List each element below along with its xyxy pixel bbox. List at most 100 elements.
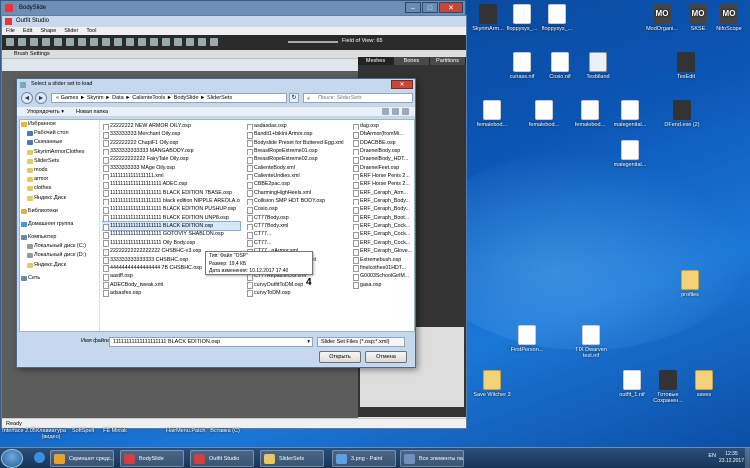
view-back-icon[interactable] [150, 38, 158, 46]
menu-tool[interactable]: Tool [86, 27, 96, 35]
desktop-icon[interactable]: profiles [668, 270, 712, 298]
file-item[interactable]: ERF Horse Penis 2... [352, 180, 414, 189]
file-item[interactable]: CBBE2pac.osp [246, 180, 348, 189]
file-item[interactable]: finelcothes01HDT... [352, 264, 414, 273]
new-folder-button[interactable]: Новая папка [76, 107, 108, 116]
fov-slider[interactable] [288, 41, 338, 43]
file-item[interactable]: DraeneiBody_HDT... [352, 155, 414, 164]
file-item[interactable]: 222222222222 FairyTale Oily.osp [102, 155, 240, 164]
alpha-brush-icon[interactable] [102, 38, 110, 46]
file-item[interactable]: ERF_Ceraph_Boot... [352, 214, 414, 223]
file-item[interactable]: curvyToDM.osp [246, 289, 348, 298]
taskbar-item[interactable]: Скриншот средс... [50, 450, 114, 467]
file-item[interactable]: 3333333333333 MANGABODY.osp [102, 147, 240, 156]
nav-item[interactable]: Яндекс.Диск [20, 261, 99, 270]
input-language[interactable]: EN [708, 453, 716, 459]
chevron-down-icon[interactable]: ▾ [307, 338, 310, 346]
help-icon[interactable] [402, 108, 409, 115]
file-item[interactable]: 11111111111111111111 GOTOVIY SHABLON.osp [102, 230, 240, 239]
desktop-icon[interactable]: Save Witcher 3 [470, 370, 514, 398]
undo-icon[interactable] [114, 38, 122, 46]
file-item[interactable]: DraeneiFeet.osp [352, 164, 414, 173]
filename-input[interactable]: 11111111111111111111 BLACK EDITION.osp ▾ [109, 337, 313, 347]
desktop-icon[interactable]: femalebod... [568, 100, 612, 128]
view-left-icon[interactable] [162, 38, 170, 46]
desktop-shortcut[interactable]: FE Mirrak [98, 428, 132, 434]
nav-item[interactable]: Библиотеки [20, 207, 99, 216]
show-desktop-button[interactable] [745, 448, 750, 468]
nav-item[interactable]: Домашняя группа [20, 220, 99, 229]
start-button[interactable] [1, 449, 23, 468]
redo-icon[interactable] [126, 38, 134, 46]
view-options-icon[interactable] [382, 108, 389, 115]
deflate-brush-icon[interactable] [42, 38, 50, 46]
taskbar-item[interactable]: 3.png - Paint [332, 450, 396, 467]
forward-button[interactable]: ► [35, 92, 47, 104]
file-item[interactable]: CT77Body.osp [246, 214, 348, 223]
menu-file[interactable]: File [6, 27, 15, 35]
file-item[interactable]: ERF_Ceraph_Glove... [352, 247, 414, 256]
file-item[interactable]: 11111111111111111111 BLACK EDITION PUSHU… [102, 205, 240, 214]
file-item[interactable]: 3333333333 MAge Oily.osp [102, 164, 240, 173]
organize-button[interactable]: Упорядочить ▾ [27, 107, 64, 116]
file-item[interactable]: DraeneiBody.osp [352, 147, 414, 156]
desktop-icon[interactable]: malegenital... [608, 140, 652, 168]
file-item[interactable]: adsasfes.osp [102, 289, 240, 298]
weight-brush-icon[interactable] [78, 38, 86, 46]
select-tool-icon[interactable] [6, 38, 14, 46]
file-item[interactable]: DbArmor(fromMi... [352, 130, 414, 139]
clock[interactable]: 12:35 23.12.2017 [719, 451, 744, 465]
address-bar[interactable]: « Games ► Skyrim ► Data ► CalienteTools … [51, 93, 287, 103]
file-item[interactable]: ERF_Ceraph_Arm... [352, 189, 414, 198]
file-item[interactable]: BreastRopeExtreme02.osp [246, 155, 348, 164]
taskbar-item[interactable]: Outfit Studio [190, 450, 254, 467]
file-item[interactable]: Bandit1+bikini Armor.osp [246, 130, 348, 139]
minimize-button[interactable]: – [405, 2, 421, 13]
file-item[interactable]: CalienteUndies.xml [246, 172, 348, 181]
file-item[interactable]: CharmingHighHeels.xml [246, 189, 348, 198]
menu-slider[interactable]: Slider [64, 27, 78, 35]
filetype-select[interactable]: Slider Set Files (*.osp;*.xml) [317, 337, 405, 347]
nav-item[interactable]: Сеть [20, 274, 99, 283]
file-item[interactable]: 11111111111111111111 BLACK EDITION 7BASE… [102, 189, 240, 198]
file-item[interactable]: ADECBody_tweak.xml [102, 281, 240, 289]
smooth-brush-icon[interactable] [66, 38, 74, 46]
taskbar-item[interactable]: BodySlide [120, 450, 184, 467]
maximize-button[interactable]: □ [422, 2, 438, 13]
file-item[interactable]: 11111111111111111111 BLACK EDITION UNP8.… [102, 214, 240, 223]
taskbar-item[interactable]: Все элементы па... [400, 450, 464, 467]
desktop-icon[interactable]: malegenital... [608, 100, 652, 128]
desktop-shortcut[interactable]: Interface 2.05 [2, 428, 36, 434]
menu-edit[interactable]: Edit [23, 27, 32, 35]
nav-item[interactable]: Локальный диск (C:) [20, 242, 99, 251]
nav-item[interactable]: Локальный диск (D:) [20, 251, 99, 260]
file-item[interactable]: Cosio.osp [246, 205, 348, 214]
file-item[interactable]: 11111111111111111111 Oily Body.osp [102, 239, 240, 248]
chrome-icon[interactable] [34, 452, 45, 463]
file-item[interactable]: curvyOutfitToDM.osp [246, 281, 348, 289]
inflate-brush-icon[interactable] [30, 38, 38, 46]
file-item[interactable]: 11111111111111111.xml [102, 172, 240, 181]
nav-item[interactable]: clothes [20, 184, 99, 193]
file-item[interactable]: CalienteBody.xml [246, 164, 348, 173]
nav-item[interactable]: Яндекс.Диск [20, 194, 99, 203]
file-item[interactable]: Collision SMP HDT BODY.osp [246, 197, 348, 206]
menu-shape[interactable]: Shape [40, 27, 56, 35]
desktop-icon[interactable]: TesEdit [664, 52, 708, 80]
nav-item[interactable]: mods [20, 166, 99, 175]
dialog-close-button[interactable]: ✕ [391, 80, 413, 89]
file-item[interactable]: Bodyslide Preset for Buttered Egg.xml [246, 139, 348, 148]
tab-meshes[interactable]: Meshes [358, 57, 394, 65]
file-item[interactable]: dag.osp [352, 122, 414, 131]
open-button[interactable]: Открыть [319, 351, 361, 363]
close-button[interactable]: ✕ [439, 2, 463, 13]
nav-item[interactable]: Компьютер [20, 233, 99, 242]
mask-brush-icon[interactable] [18, 38, 26, 46]
desktop-shortcut[interactable]: Вставка (С) [208, 428, 242, 434]
file-item[interactable]: asdasdas.osp [246, 122, 348, 131]
dialog-titlebar[interactable]: Select a slider set to load ✕ [17, 79, 415, 90]
file-item[interactable]: CT77... [246, 230, 348, 239]
file-item[interactable]: gasa.osp [352, 281, 414, 289]
color-brush-icon[interactable] [90, 38, 98, 46]
desktop-icon[interactable]: femalebod... [470, 100, 514, 128]
